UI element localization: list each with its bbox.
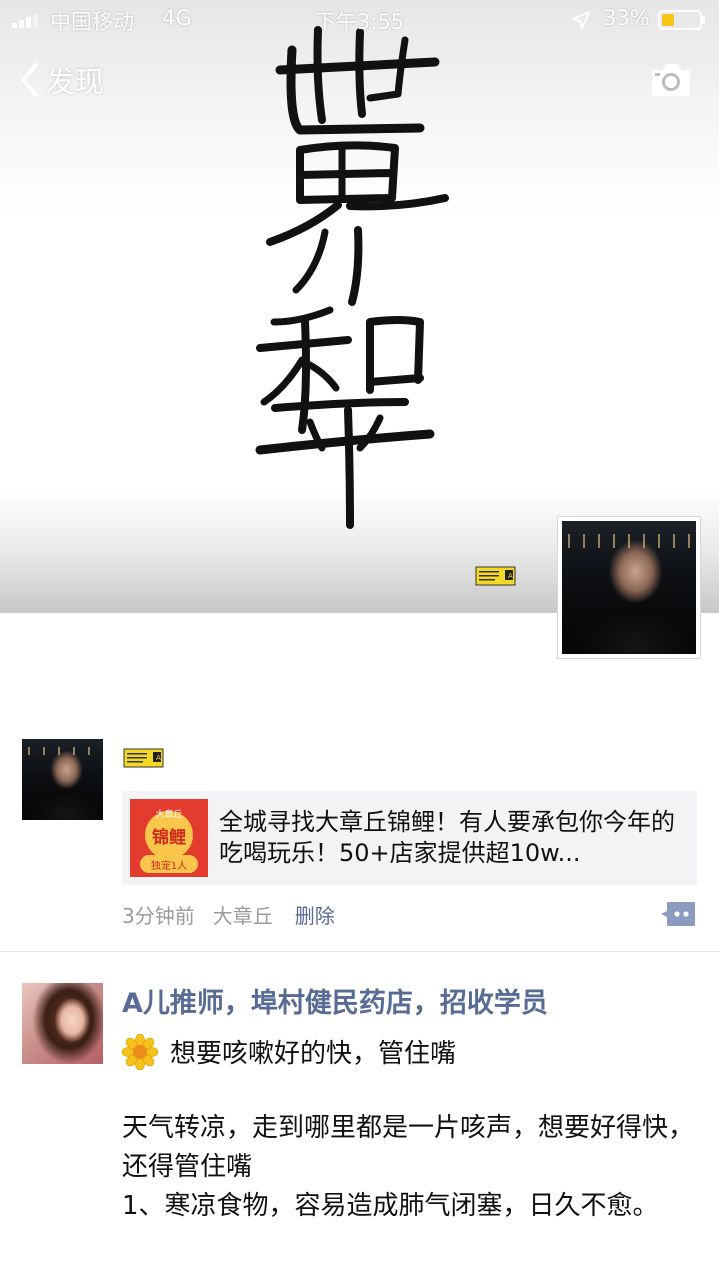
moments-screen: A 中国移动 4G 下午3:55 33% 发现 A 大章丘 锦鲤 独宠1人 全城… <box>0 0 719 1280</box>
camera-icon[interactable] <box>648 60 694 100</box>
shared-article-title: 全城寻找大章丘锦鲤！有人要承包你今年的吃喝玩乐！50+店家提供超10w... <box>219 808 675 867</box>
avatar[interactable] <box>22 983 103 1064</box>
avatar[interactable] <box>22 739 103 820</box>
location-arrow-icon <box>572 11 590 29</box>
calligraphy-artwork <box>255 26 449 529</box>
moment-post: A儿推师，埠村健民药店，招收学员 想要咳嗽好的快，管住嘴 天气转凉，走到哪里都是… <box>0 953 719 1280</box>
shared-article-card[interactable]: 大章丘 锦鲤 独宠1人 全城寻找大章丘锦鲤！有人要承包你今年的吃喝玩乐！50+店… <box>122 791 697 885</box>
post-first-line: 想要咳嗽好的快，管住嘴 <box>122 1033 456 1070</box>
svg-text:独宠1人: 独宠1人 <box>151 859 187 872</box>
concert-ticket-sticker: A <box>475 566 516 586</box>
profile-avatar-photo <box>562 521 696 654</box>
post-first-line-text: 想要咳嗽好的快，管住嘴 <box>170 1039 457 1069</box>
back-button-label: 发现 <box>46 65 105 99</box>
koi-promo-graphic: 大章丘 锦鲤 独宠1人 <box>130 799 208 877</box>
post-body-paragraph: 天气转凉，走到哪里都是一片咳声，想要好得快，还得管住嘴 <box>122 1113 695 1182</box>
delete-button[interactable]: 删除 <box>295 900 335 929</box>
concert-ticket-sticker: A <box>123 748 164 768</box>
sunflower-emoji-icon <box>122 1033 158 1070</box>
post-body-paragraph: 1、寒凉食物，容易造成肺气闭塞，日久不愈。 <box>122 1191 659 1221</box>
post-location[interactable]: 大章丘 <box>213 900 273 929</box>
svg-text:A: A <box>156 754 161 762</box>
chevron-left-icon <box>21 63 38 97</box>
comment-menu-icon[interactable] <box>660 901 696 927</box>
shared-article-thumbnail: 大章丘 锦鲤 独宠1人 <box>130 799 208 877</box>
status-bar: 中国移动 4G 下午3:55 33% <box>0 0 719 40</box>
battery-percent: 33% <box>603 6 650 30</box>
post-meta: 3分钟前 大章丘 删除 <box>122 900 335 928</box>
post-body-text: 天气转凉，走到哪里都是一片咳声，想要好得快，还得管住嘴 1、寒凉食物，容易造成肺… <box>122 1109 697 1226</box>
back-button[interactable]: 发现 <box>18 58 104 102</box>
avatar-photo <box>22 983 103 1064</box>
post-time: 3分钟前 <box>122 903 195 928</box>
avatar-photo <box>22 739 103 820</box>
moment-post: A 大章丘 锦鲤 独宠1人 全城寻找大章丘锦鲤！有人要承包你今年的吃喝玩乐！50… <box>0 700 719 952</box>
svg-text:A: A <box>508 572 513 580</box>
svg-text:大章丘: 大章丘 <box>155 808 182 820</box>
battery-icon <box>658 10 705 30</box>
profile-avatar[interactable] <box>557 516 701 659</box>
post-author-name[interactable]: A儿推师，埠村健民药店，招收学员 <box>122 981 548 1020</box>
svg-text:锦鲤: 锦鲤 <box>152 827 186 848</box>
